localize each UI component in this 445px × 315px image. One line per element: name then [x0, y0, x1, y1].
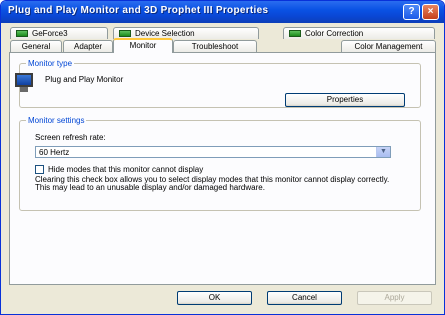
properties-button[interactable]: Properties — [285, 93, 405, 107]
properties-dialog: Plug and Play Monitor and 3D Prophet III… — [0, 0, 445, 315]
monitor-name: Plug and Play Monitor — [45, 75, 124, 84]
close-icon: × — [427, 6, 434, 17]
tab-geforce3[interactable]: GeForce3 — [10, 27, 108, 39]
hide-modes-checkbox[interactable] — [35, 165, 44, 174]
tab-label: Troubleshoot — [191, 42, 239, 51]
monitor-settings-legend: Monitor settings — [26, 116, 87, 125]
hide-modes-label[interactable]: Hide modes that this monitor cannot disp… — [48, 165, 203, 175]
refresh-rate-value: 60 Hertz — [39, 148, 70, 157]
apply-button-label: Apply — [384, 293, 405, 302]
cancel-button-label: Cancel — [292, 293, 317, 302]
monitor-icon — [15, 73, 33, 93]
tab-label: Color Correction — [305, 29, 364, 38]
tab-label: Monitor — [129, 41, 157, 50]
refresh-rate-select[interactable]: 60 Hertz ▼ — [35, 146, 391, 158]
tab-label: Adapter — [73, 42, 103, 51]
window-title: Plug and Play Monitor and 3D Prophet III… — [8, 5, 269, 16]
ok-button[interactable]: OK — [177, 291, 252, 305]
close-button[interactable]: × — [422, 4, 439, 20]
tab-label: Color Management — [354, 42, 423, 51]
tab-monitor[interactable]: Monitor — [113, 38, 173, 53]
nvidia-icon — [16, 30, 28, 37]
help-button[interactable]: ? — [403, 4, 420, 20]
apply-button: Apply — [357, 291, 432, 305]
nvidia-icon — [289, 30, 301, 37]
nvidia-icon — [119, 30, 131, 37]
tab-label: GeForce3 — [32, 29, 68, 38]
chevron-down-icon[interactable]: ▼ — [376, 147, 390, 157]
refresh-rate-label: Screen refresh rate: — [35, 133, 106, 142]
tab-color-correction[interactable]: Color Correction — [283, 27, 435, 39]
tab-label: Device Selection — [135, 29, 195, 38]
tab-adapter[interactable]: Adapter — [63, 40, 113, 52]
tab-general[interactable]: General — [10, 40, 62, 52]
tab-color-management[interactable]: Color Management — [341, 40, 436, 52]
ok-button-label: OK — [208, 293, 221, 302]
cancel-button[interactable]: Cancel — [267, 291, 342, 305]
tab-label: General — [21, 42, 51, 51]
hide-modes-description: Clearing this check box allows you to se… — [35, 175, 390, 192]
properties-button-label: Properties — [326, 95, 364, 104]
tab-troubleshoot[interactable]: Troubleshoot — [173, 40, 257, 52]
monitor-type-legend: Monitor type — [26, 59, 75, 68]
help-icon: ? — [408, 6, 415, 17]
title-bar[interactable]: Plug and Play Monitor and 3D Prophet III… — [1, 1, 444, 23]
